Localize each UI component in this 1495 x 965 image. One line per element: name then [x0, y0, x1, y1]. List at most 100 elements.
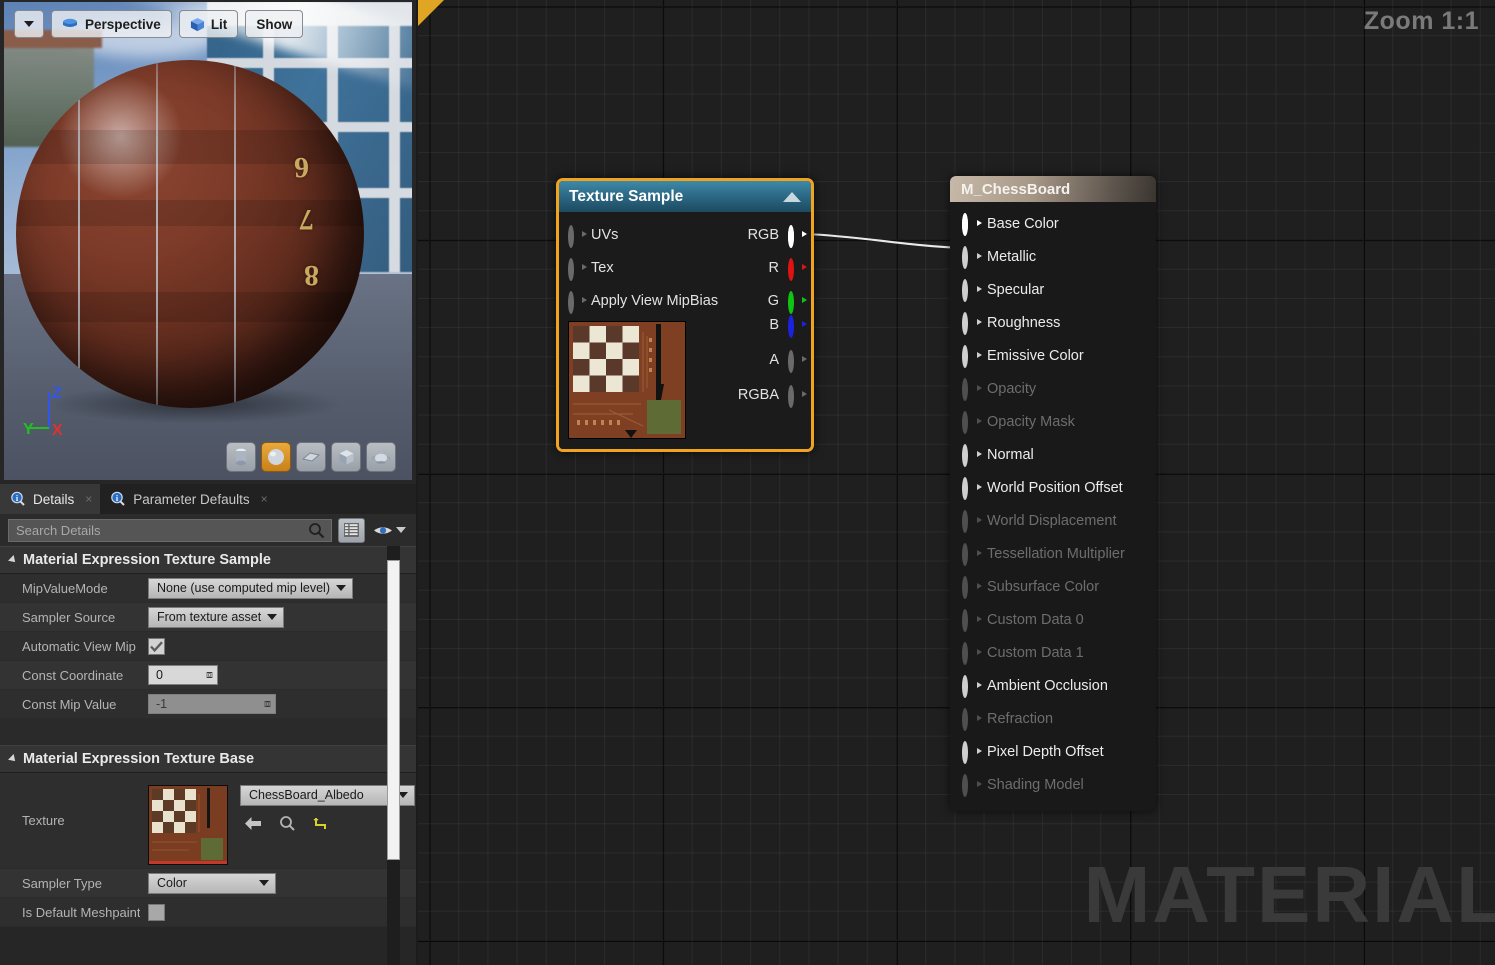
category-material-expression-texture-base[interactable]: Material Expression Texture Base	[0, 745, 416, 773]
view-mode-perspective-button[interactable]: Perspective	[51, 10, 172, 38]
input-pin-tex[interactable]	[568, 257, 587, 281]
is-default-meshpaint-checkbox[interactable]	[148, 903, 165, 921]
sampler-type-dropdown[interactable]: Color	[148, 872, 276, 894]
property-row-texture: Texture ChessBoard_Albedo	[0, 773, 416, 869]
mipvaluemode-dropdown[interactable]: None (use computed mip level)	[148, 577, 353, 599]
material-input-pin-subsurface-color	[962, 576, 982, 599]
automatic-view-mip-checkbox[interactable]	[148, 637, 165, 655]
material-input-label: Ambient Occlusion	[987, 677, 1108, 694]
details-panel: i Details × i Parameter Defaults × Searc…	[0, 484, 416, 965]
grid-view-toggle-button[interactable]	[338, 517, 365, 543]
input-pin-uvs[interactable]	[568, 224, 587, 248]
material-input-pin-normal[interactable]	[962, 444, 982, 467]
material-preview-viewport[interactable]: 6 7 8 Perspective Lit Show Z Y X	[4, 2, 412, 480]
material-input-pin-base-color[interactable]	[962, 213, 982, 236]
material-input-pin-tessellation-multiplier	[962, 543, 982, 566]
material-input-pin-ambient-occlusion[interactable]	[962, 675, 982, 698]
check-icon	[150, 640, 163, 652]
input-pin-apply-view-mipbias[interactable]	[568, 290, 587, 314]
details-tab-bar: i Details × i Parameter Defaults ×	[0, 484, 416, 514]
material-input-label: Specular	[987, 281, 1045, 298]
chevron-down-icon	[259, 880, 269, 886]
pin-row-rgba: RGBA	[738, 385, 807, 408]
show-flags-button[interactable]: Show	[245, 10, 304, 38]
sampler-source-dropdown[interactable]: From texture asset	[148, 606, 285, 628]
const-mip-value: -1	[156, 697, 168, 711]
material-input-row-ambient-occlusion: Ambient Occlusion	[950, 669, 1156, 702]
node-material-output-header[interactable]: M_ChessBoard	[950, 176, 1156, 202]
property-row-const-coordinate: Const Coordinate 0 ⧈	[0, 661, 416, 690]
material-input-row-refraction: Refraction	[950, 702, 1156, 735]
material-input-label: Roughness	[987, 314, 1061, 331]
material-input-pin-emissive-color[interactable]	[962, 345, 982, 368]
material-input-label: Shading Model	[987, 776, 1084, 793]
pin-row-b: B	[738, 315, 807, 338]
tab-details[interactable]: i Details ×	[0, 484, 101, 514]
texture-thumbnail[interactable]	[148, 784, 228, 865]
category-gap	[0, 719, 416, 745]
search-input[interactable]	[8, 518, 332, 542]
material-input-row-roughness: Roughness	[950, 306, 1156, 339]
close-icon[interactable]: ×	[85, 492, 92, 506]
node-texture-sample-header[interactable]: Texture Sample	[559, 181, 811, 212]
viewport-options-menu-button[interactable]	[14, 10, 44, 38]
material-input-label: World Displacement	[987, 512, 1117, 529]
property-row-is-default-meshpaint: Is Default Meshpaint	[0, 898, 416, 927]
tab-parameter-defaults[interactable]: i Parameter Defaults ×	[100, 484, 275, 514]
output-pin-rgba[interactable]	[788, 385, 807, 408]
preview-mesh-cylinder-button[interactable]	[226, 442, 256, 472]
material-input-row-metallic: Metallic	[950, 240, 1156, 273]
material-input-pin-world-position-offset[interactable]	[962, 477, 982, 500]
material-input-label: Refraction	[987, 710, 1054, 727]
preview-mesh-teapot-button[interactable]	[366, 442, 396, 472]
material-input-pin-metallic[interactable]	[962, 246, 982, 269]
const-coordinate-input[interactable]: 0 ⧈	[148, 665, 218, 685]
output-label-r: R	[768, 259, 779, 276]
sphere-number-6: 6	[294, 151, 309, 184]
info-magnifier-icon: i	[111, 491, 125, 506]
reset-arrow-icon[interactable]	[313, 816, 328, 831]
preview-sphere-mesh[interactable]: 6 7 8	[16, 60, 364, 408]
output-pin-r[interactable]	[788, 257, 807, 281]
sphere-number-8: 8	[304, 259, 319, 292]
pin-row-tex-r: Tex R	[559, 251, 811, 284]
preview-mesh-plane-button[interactable]	[296, 442, 326, 472]
output-pin-a[interactable]	[788, 350, 807, 373]
output-pin-b[interactable]	[788, 315, 807, 338]
triangle-up-icon[interactable]	[783, 191, 801, 202]
search-icon[interactable]	[308, 522, 325, 539]
tab-details-label: Details	[33, 491, 75, 507]
material-input-row-normal: Normal	[950, 438, 1156, 471]
material-graph-canvas[interactable]: Zoom 1:1 MATERIAL Texture Sample UVs RGB	[418, 0, 1495, 965]
material-input-label: Pixel Depth Offset	[987, 743, 1104, 760]
close-icon[interactable]: ×	[261, 492, 268, 506]
material-input-pin-opacity-mask	[962, 411, 982, 434]
wire-rgb-to-base-color	[805, 232, 964, 250]
output-pin-g[interactable]	[788, 290, 807, 314]
cube-icon	[339, 449, 353, 464]
preview-mesh-sphere-button[interactable]	[261, 442, 291, 472]
browse-magnifier-icon[interactable]	[279, 815, 296, 832]
node-texture-sample[interactable]: Texture Sample UVs RGB Tex R Apply View …	[556, 178, 814, 452]
details-scrollbar-thumb[interactable]	[387, 560, 400, 860]
cube-lit-icon	[190, 17, 204, 31]
material-input-pin-specular[interactable]	[962, 279, 982, 302]
category-material-expression-texture-sample[interactable]: Material Expression Texture Sample	[0, 546, 416, 574]
material-input-pin-pixel-depth-offset[interactable]	[962, 741, 982, 764]
node-texture-preview[interactable]	[568, 321, 686, 439]
node-material-output[interactable]: M_ChessBoard Base Color Metallic Specular R…	[950, 176, 1156, 811]
material-input-label: Custom Data 1	[987, 644, 1084, 661]
show-label: Show	[256, 16, 293, 32]
view-mode-lit-button[interactable]: Lit	[178, 10, 239, 38]
material-input-label: Subsurface Color	[987, 578, 1100, 595]
chevron-down-icon	[24, 21, 34, 27]
material-input-row-opacity-mask: Opacity Mask	[950, 405, 1156, 438]
tab-parameter-defaults-label: Parameter Defaults	[133, 491, 250, 507]
preview-mesh-cube-button[interactable]	[331, 442, 361, 472]
output-label-g: G	[767, 292, 779, 309]
material-input-pin-roughness[interactable]	[962, 312, 982, 335]
pin-row-a: A	[738, 350, 807, 373]
output-pin-rgb[interactable]	[788, 224, 807, 248]
view-options-button[interactable]	[371, 524, 408, 537]
back-arrow-icon[interactable]	[244, 816, 262, 831]
